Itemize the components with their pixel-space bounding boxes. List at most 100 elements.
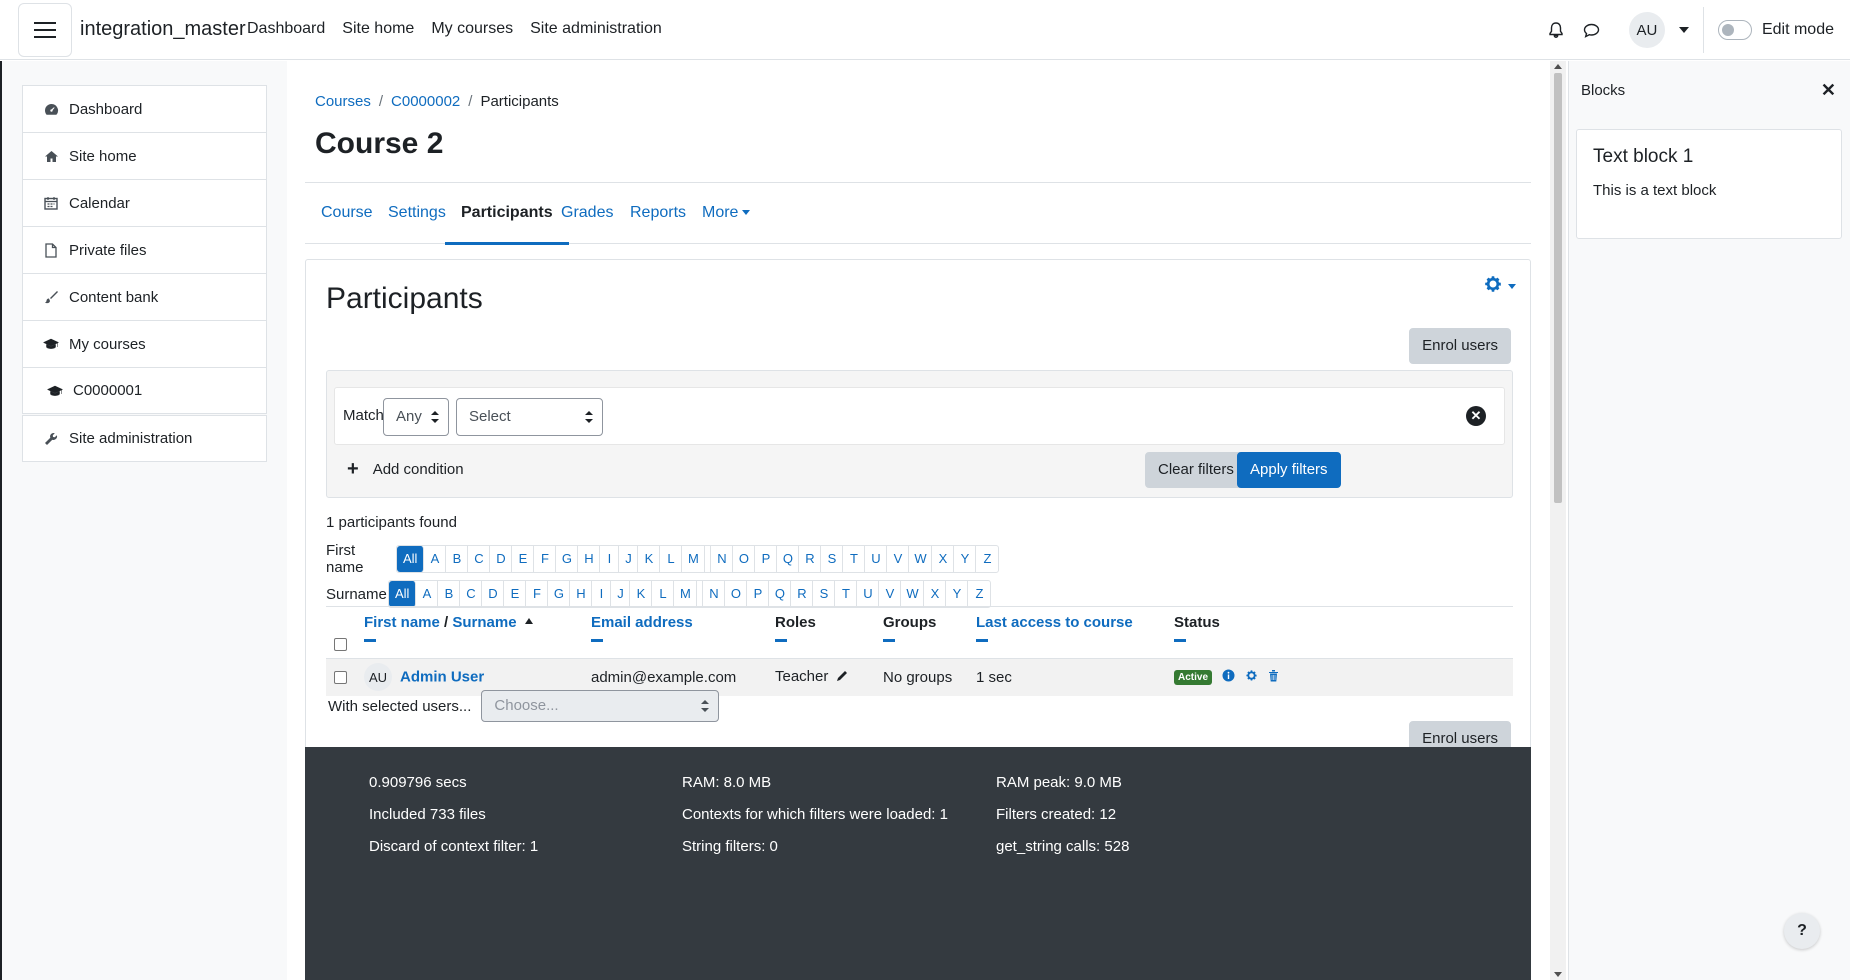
bulk-actions-select[interactable]: Choose... <box>481 690 720 722</box>
first-name-initial-d[interactable]: D <box>490 546 513 572</box>
surname-initial-a[interactable]: A <box>416 581 439 607</box>
first-name-initial-y[interactable]: Y <box>954 546 977 572</box>
user-profile-link[interactable]: Admin User <box>400 669 484 686</box>
edit-mode-toggle[interactable] <box>1717 20 1752 40</box>
apply-filters-button[interactable]: Apply filters <box>1237 452 1341 488</box>
first-name-initial-f[interactable]: F <box>534 546 557 572</box>
user-menu-chevron-down-icon[interactable] <box>1678 27 1689 33</box>
left-nav-item-site-administration[interactable]: Site administration <box>22 415 267 462</box>
nav-site-home-link[interactable]: Site home <box>342 20 414 38</box>
first-name-initial-s[interactable]: S <box>821 546 844 572</box>
filter-type-select[interactable]: Select <box>456 398 603 436</box>
add-condition-button[interactable]: + Add condition <box>347 458 464 481</box>
surname-initial-n[interactable]: N <box>703 581 726 607</box>
left-nav-item-site-home[interactable]: Site home <box>22 132 267 179</box>
sort-first-name-link[interactable]: First name <box>364 614 440 631</box>
surname-initial-d[interactable]: D <box>482 581 505 607</box>
surname-initial-o[interactable]: O <box>725 581 748 607</box>
enrol-users-button[interactable]: Enrol users <box>1409 328 1511 364</box>
surname-initial-w[interactable]: W <box>901 581 925 607</box>
sort-last-access-link[interactable]: Last access to course <box>976 614 1133 631</box>
row-checkbox[interactable] <box>334 671 347 685</box>
messages-bubble-icon[interactable] <box>1579 17 1605 43</box>
remove-filter-close-icon[interactable]: ✕ <box>1466 406 1486 426</box>
first-name-initial-g[interactable]: G <box>556 546 579 572</box>
surname-initial-u[interactable]: U <box>857 581 880 607</box>
drawer-toggle-button[interactable] <box>18 3 72 57</box>
first-name-initial-z[interactable]: Z <box>976 546 998 572</box>
surname-initial-x[interactable]: X <box>924 581 947 607</box>
first-name-initial-b[interactable]: B <box>446 546 469 572</box>
pencil-icon[interactable] <box>836 669 848 686</box>
site-name[interactable]: integration_master <box>80 18 246 41</box>
collapse-column-icon[interactable] <box>976 639 988 642</box>
first-name-initial-q[interactable]: Q <box>777 546 800 572</box>
collapse-column-icon[interactable] <box>591 639 603 642</box>
page-actions-menu[interactable] <box>1483 274 1516 298</box>
tab-more[interactable]: More <box>686 183 766 245</box>
left-nav-item-my-courses[interactable]: My courses <box>22 320 267 367</box>
first-name-initial-u[interactable]: U <box>865 546 888 572</box>
nav-my-courses-link[interactable]: My courses <box>431 20 513 38</box>
clear-filters-button[interactable]: Clear filters <box>1145 452 1247 488</box>
surname-initial-f[interactable]: F <box>526 581 549 607</box>
first-name-initial-j[interactable]: J <box>619 546 639 572</box>
first-name-initial-n[interactable]: N <box>711 546 734 572</box>
notifications-bell-icon[interactable] <box>1543 17 1569 43</box>
left-nav-item-content-bank[interactable]: Content bank <box>22 273 267 320</box>
surname-initial-k[interactable]: K <box>630 581 653 607</box>
surname-initial-p[interactable]: P <box>747 581 770 607</box>
scrollbar-thumb[interactable] <box>1554 73 1562 503</box>
collapse-column-icon[interactable] <box>775 639 787 642</box>
page-scrollbar[interactable] <box>1550 61 1566 980</box>
sort-surname-link[interactable]: Surname <box>452 614 516 631</box>
surname-initial-i[interactable]: I <box>592 581 612 607</box>
surname-initial-t[interactable]: T <box>835 581 858 607</box>
select-all-checkbox[interactable] <box>334 637 347 651</box>
first-name-initial-e[interactable]: E <box>512 546 535 572</box>
user-avatar[interactable]: AU <box>1628 12 1665 48</box>
first-name-initial-v[interactable]: V <box>887 546 910 572</box>
first-name-initial-x[interactable]: X <box>932 546 955 572</box>
surname-initial-v[interactable]: V <box>879 581 902 607</box>
surname-initial-j[interactable]: J <box>611 581 631 607</box>
info-icon[interactable] <box>1222 669 1235 686</box>
surname-initial-e[interactable]: E <box>504 581 527 607</box>
first-name-initial-p[interactable]: P <box>755 546 778 572</box>
close-drawer-close-icon[interactable]: ✕ <box>1821 80 1836 101</box>
breadcrumb-courses-link[interactable]: Courses <box>315 93 371 110</box>
surname-initial-q[interactable]: Q <box>769 581 792 607</box>
nav-dashboard-link[interactable]: Dashboard <box>247 20 325 38</box>
surname-initial-l[interactable]: L <box>652 581 675 607</box>
surname-initial-z[interactable]: Z <box>968 581 990 607</box>
breadcrumb-course-link[interactable]: C0000002 <box>391 93 460 110</box>
scroll-up-arrow-icon[interactable] <box>1554 64 1562 69</box>
first-name-initial-h[interactable]: H <box>578 546 601 572</box>
first-name-initial-c[interactable]: C <box>468 546 491 572</box>
first-name-initial-r[interactable]: R <box>799 546 822 572</box>
gear-icon[interactable] <box>1245 669 1258 686</box>
trash-icon[interactable] <box>1268 669 1279 686</box>
collapse-column-icon[interactable] <box>1174 639 1186 642</box>
sort-email-link[interactable]: Email address <box>591 614 693 631</box>
surname-initial-r[interactable]: R <box>791 581 814 607</box>
collapse-column-icon[interactable] <box>883 639 895 642</box>
match-select[interactable]: Any <box>383 398 449 436</box>
surname-initial-m[interactable]: M <box>674 581 698 607</box>
first-name-initial-k[interactable]: K <box>638 546 661 572</box>
first-name-initial-i[interactable]: I <box>600 546 620 572</box>
surname-initial-g[interactable]: G <box>548 581 571 607</box>
surname-initial-y[interactable]: Y <box>946 581 969 607</box>
first-name-initial-o[interactable]: O <box>733 546 756 572</box>
collapse-column-icon[interactable] <box>364 639 376 642</box>
first-name-initial-l[interactable]: L <box>660 546 683 572</box>
first-name-initial-m[interactable]: M <box>682 546 706 572</box>
first-name-initial-t[interactable]: T <box>843 546 866 572</box>
first-name-initial-all[interactable]: All <box>397 546 425 572</box>
help-button[interactable]: ? <box>1784 913 1820 949</box>
surname-initial-s[interactable]: S <box>813 581 836 607</box>
nav-site-admin-link[interactable]: Site administration <box>530 20 662 38</box>
left-nav-item-calendar[interactable]: Calendar <box>22 179 267 226</box>
surname-initial-h[interactable]: H <box>570 581 593 607</box>
left-nav-item-course-c0000001[interactable]: C0000001 <box>22 367 267 414</box>
